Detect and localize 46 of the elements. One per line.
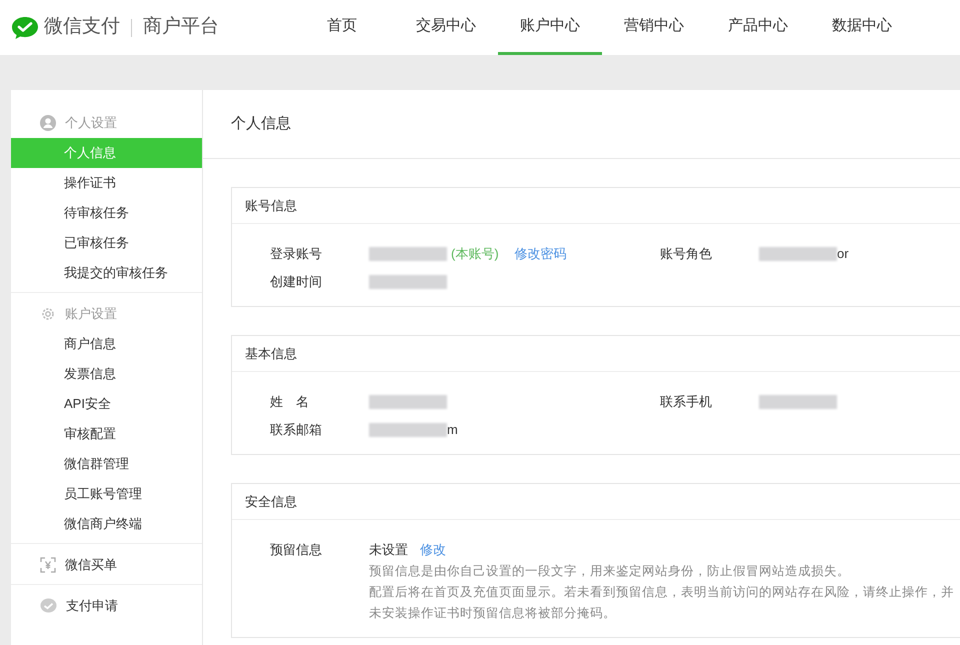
field-label: 账号角色 [660,245,713,263]
sidebar-link[interactable]: 微信买单 [65,555,117,575]
field-value: 未设置 [369,541,408,560]
sidebar-item[interactable]: 发票信息 [11,359,202,389]
field-label: 联系手机 [660,393,713,411]
section-heading: 个人设置 [65,114,117,132]
field-label: 创建时间 [270,273,323,291]
nav-tab[interactable]: 交易中心 [394,0,498,55]
platform-name: 商户平台 [143,15,219,40]
yen-scan-icon [40,557,56,573]
sidebar-item[interactable]: 我提交的审核任务 [11,258,202,288]
nav-tab[interactable]: 产品中心 [706,0,810,55]
sidebar-item[interactable]: 员工账号管理 [11,479,202,509]
person-icon [40,115,56,131]
section-heading: 账户设置 [65,305,117,324]
field-label: 登录账号 [270,245,323,263]
field-label: 姓 名 [270,393,310,411]
settings-icon [40,306,56,322]
card-title: 账号信息 [245,196,297,215]
field-value: m [447,421,458,440]
sidebar-item[interactable]: 待审核任务 [11,198,202,228]
hint-text: 配置后将在首页及充值页面显示。若未看到预留信息，表明当前访问的网站存在风险，请终止操作，并 [369,584,954,601]
sidebar-item[interactable]: 操作证书 [11,168,202,198]
nav-tab[interactable]: 账户中心 [498,0,602,55]
sidebar-item[interactable]: 微信群管理 [11,449,202,479]
field-value: or [837,245,849,264]
hint-text: 预留信息是由你自己设置的一段文字，用来鉴定网站身份，防止假冒网站造成损失。 [369,563,851,580]
sidebar-item[interactable]: 商户信息 [11,329,202,359]
sidebar-item[interactable]: 微信商户终端 [11,509,202,539]
card-title: 安全信息 [245,492,297,511]
brand-name: 微信支付 [44,15,120,40]
check-bubble-icon [40,598,57,614]
field-label: 联系邮箱 [270,421,323,439]
logo-icon [11,16,39,40]
nav-tab[interactable]: 数据中心 [810,0,914,55]
card-title: 基本信息 [245,344,297,363]
nav-tab[interactable]: 首页 [290,0,394,55]
sidebar-item[interactable]: 审核配置 [11,419,202,449]
hint-text: 未安装操作证书时预留信息将被部分掩码。 [369,605,617,622]
page-title: 个人信息 [231,114,291,134]
nav-tab[interactable]: 营销中心 [602,0,706,55]
sidebar-item[interactable]: API安全 [11,389,202,419]
account-tag: (本账号) [451,244,499,264]
field-label: 预留信息 [270,541,323,559]
sidebar-item[interactable]: 已审核任务 [11,228,202,258]
sidebar-link[interactable]: 支付申请 [66,596,118,616]
